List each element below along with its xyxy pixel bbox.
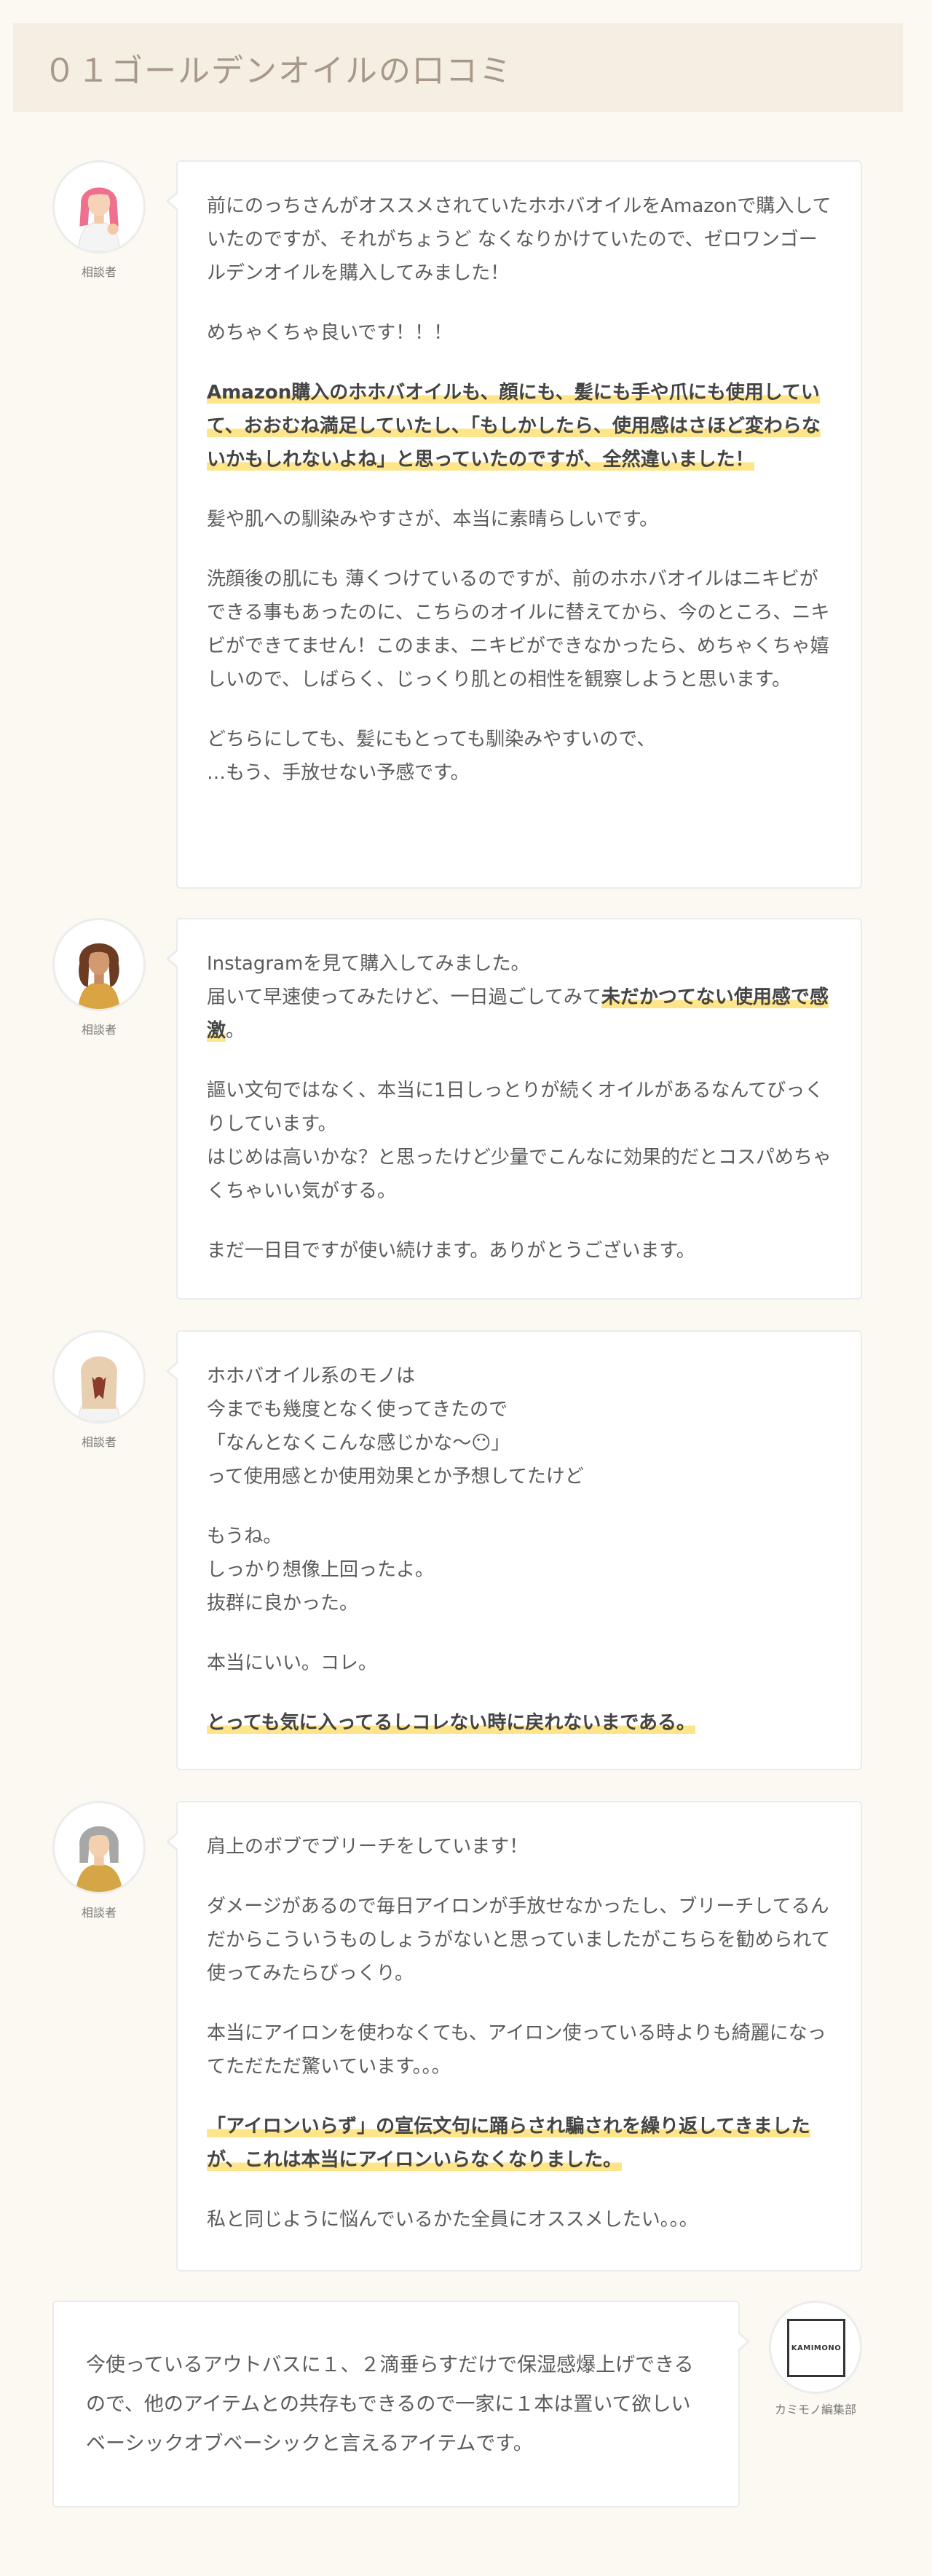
reviewer: 相談者 — [50, 1330, 149, 1450]
woman-gray-bob-avatar-icon — [52, 1801, 146, 1894]
review-highlight: 「アイロンいらず」の宣伝文句に踊らされ騙されを繰り返してきましたが、これは本当に… — [207, 2116, 810, 2171]
editor-text: 今使っているアウトバスに１、２滴垂らすだけで保湿感爆上げできるので、他のアイテム… — [86, 2354, 694, 2455]
review-bubble: 肩上のボブでブリーチをしています！ ダメージがあるので毎日アイロンが手放せなかっ… — [166, 1801, 862, 2271]
review-text: ダメージがあるので毎日アイロンが手放せなかったし、ブリーチしてるんだからこういう… — [207, 1896, 830, 1984]
review-text: 本当にいい。コレ。 — [207, 1652, 378, 1674]
editor-name: カミモノ編集部 — [774, 2403, 856, 2416]
kamimono-logo-avatar: KAMIMONO — [769, 2301, 862, 2394]
woman-curly-hair-avatar-icon — [52, 918, 146, 1011]
review-text-lead: Instagramを見て購入してみました。 届いて早速使ってみたけど、一日過ごし… — [207, 953, 601, 1008]
review-highlight-paragraph: 「アイロンいらず」の宣伝文句に踊らされ騙されを繰り返してきましたが、これは本当に… — [207, 2110, 832, 2177]
review-text: もうね。 しっかり想像上回ったよ。 抜群に良かった。 — [207, 1525, 435, 1614]
reviewer-role: 相談者 — [81, 1435, 116, 1449]
section-title: ０１ゴールデンオイルの口コミ — [44, 52, 513, 90]
woman-ribbon-hair-avatar-icon — [52, 1330, 146, 1424]
reviewer-role: 相談者 — [81, 1023, 116, 1037]
review-text: 前にのっちさんがオススメされていたホホバオイルをAmazonで購入していたのです… — [207, 195, 832, 284]
review-text: まだ一日目ですが使い続けます。ありがとうございます。 — [207, 1240, 695, 1262]
review-text: ホホバオイル系のモノは 今までも幾度となく使ってきたので 「なんとなくこんな感じ… — [207, 1365, 584, 1488]
review-text: 私と同じように悩んでいるかた全員にオススメしたい。。。 — [207, 2209, 698, 2231]
review-text: どちらにしても、髪にもとっても馴染みやすいので、 …もう、手放せない予感です。 — [207, 729, 656, 784]
editor-reviewer: KAMIMONO カミモノ編集部 — [766, 2301, 865, 2417]
reviewer: 相談者 — [50, 1801, 149, 1920]
review-text: 肩上のボブでブリーチをしています！ — [207, 1836, 529, 1858]
review-highlight: Amazon購入のホホバオイルも、顔にも、髪にも手や爪にも使用していて、おおむね… — [207, 382, 821, 471]
review-highlight-paragraph: Amazon購入のホホバオイルも、顔にも、髪にも手や爪にも使用していて、おおむね… — [207, 376, 832, 476]
reviewer-role: 相談者 — [81, 265, 116, 279]
review-highlight-paragraph: とっても気に入ってるしコレない時に戻れないまである。 — [207, 1706, 832, 1740]
review-text: 本当にアイロンを使わなくても、アイロン使っている時よりも綺麗になってただただ驚い… — [207, 2022, 826, 2078]
review-text: 謳い文句ではなく、本当に1日しっとりが続くオイルがあるなんてびっくりしています。… — [207, 1080, 832, 1202]
review-bubble: Instagramを見て購入してみました。 届いて早速使ってみたけど、一日過ごし… — [166, 918, 862, 1300]
reviewer: 相談者 — [50, 918, 149, 1037]
review-bubble: 前にのっちさんがオススメされていたホホバオイルをAmazonで購入していたのです… — [166, 160, 862, 889]
review-text: 髪や肌への馴染みやすさが、本当に素晴らしいです。 — [207, 508, 659, 530]
review-text-tail: 。 — [226, 1020, 245, 1042]
section-header: ０１ゴールデンオイルの口コミ — [13, 23, 903, 112]
editor-bubble: 今使っているアウトバスに１、２滴垂らすだけで保湿感爆上げできるので、他のアイテム… — [52, 2301, 750, 2508]
kamimono-logo: KAMIMONO — [787, 2319, 845, 2377]
review-text: Instagramを見て購入してみました。 届いて早速使ってみたけど、一日過ごし… — [207, 947, 832, 1048]
reviewer: 相談者 — [50, 160, 149, 280]
review-highlight: とっても気に入ってるしコレない時に戻れないまである。 — [207, 1712, 696, 1734]
woman-pink-hair-avatar-icon — [52, 160, 146, 254]
review-bubble: ホホバオイル系のモノは 今までも幾度となく使ってきたので 「なんとなくこんな感じ… — [166, 1330, 862, 1770]
review-text: 洗顔後の肌にも 薄くつけているのですが、前のホホバオイルはニキビができる事もあっ… — [207, 568, 830, 691]
review-text: めちゃくちゃ良いです！！！ — [207, 322, 453, 344]
reviewer-role: 相談者 — [81, 1906, 116, 1920]
